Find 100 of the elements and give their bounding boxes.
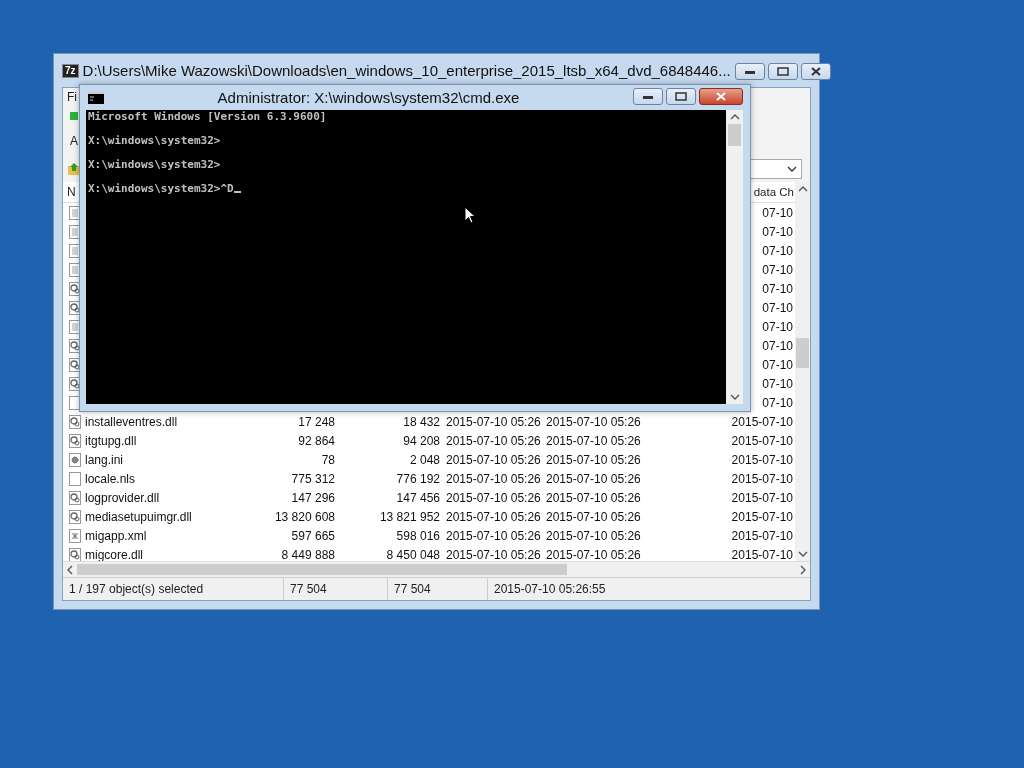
table-cell: 2015-07-10: [731, 471, 793, 486]
file-name[interactable]: itgtupg.dll: [81, 433, 251, 448]
table-cell-text: 2 048: [408, 452, 440, 467]
table-cell-text: 17 248: [297, 414, 335, 429]
table-cell: 07-10: [762, 281, 793, 296]
table-cell: 2015-07-10: [731, 528, 793, 543]
chevron-left-icon[interactable]: [67, 564, 73, 575]
gear-file-icon: [69, 490, 81, 505]
table-cell-text: 13 821 952: [378, 509, 440, 524]
address-dropdown[interactable]: [750, 159, 802, 179]
vertical-scrollbar[interactable]: [726, 110, 743, 404]
table-cell: 07-10: [762, 243, 793, 258]
minimize-icon: [643, 94, 653, 99]
file-name[interactable]: mediasetupuimgr.dll: [81, 509, 251, 524]
close-icon: [810, 67, 821, 76]
file-name[interactable]: lang.ini: [81, 452, 251, 467]
table-cell-text: 598 016: [395, 528, 440, 543]
table-cell-text: 2015-07-10 05:26: [545, 414, 640, 429]
gear-file-icon: [69, 509, 81, 524]
table-cell: 2015-07-10: [731, 490, 793, 505]
column-header[interactable]: N: [63, 185, 76, 199]
scrollbar-thumb[interactable]: [728, 124, 741, 146]
close-button[interactable]: [699, 88, 743, 105]
minimize-button[interactable]: [734, 63, 765, 80]
table-cell-text: 597 665: [290, 528, 335, 543]
table-cell-text: 776 192: [395, 471, 440, 486]
table-cell: 07-10: [762, 205, 793, 220]
maximize-button[interactable]: [767, 63, 798, 80]
table-cell-text: 2015-07-10 05:26: [445, 433, 540, 448]
markup-file-icon: [69, 528, 81, 543]
chevron-right-icon[interactable]: [800, 564, 806, 575]
chevron-up-icon[interactable]: [729, 114, 740, 120]
table-cell-text: 775 312: [290, 471, 335, 486]
window-title: D:\Users\Mike Wazowski\Downloads\en_windows_10_enterprise_2015_ltsb_x64_dvd_6848446...: [82, 62, 731, 79]
table-cell: 07-10: [762, 319, 793, 334]
table-cell-text: 78: [320, 452, 335, 467]
status-text: 2015-07-10 05:26:55: [493, 581, 607, 598]
maximize-button[interactable]: [666, 88, 696, 105]
horizontal-scrollbar[interactable]: [63, 561, 810, 577]
restore-icon: [675, 92, 687, 101]
chevron-down-icon[interactable]: [729, 394, 740, 400]
table-cell-text: 94 208: [402, 433, 440, 448]
window-title: Administrator: X:\windows\system32\cmd.exe: [216, 89, 521, 106]
table-cell-text: 8 450 048: [385, 547, 440, 561]
gear-file-icon: [69, 433, 81, 448]
table-cell-text: 2015-07-10 05:26: [445, 452, 540, 467]
table-cell-text: 147 296: [290, 490, 335, 505]
mouse-pointer-icon: [464, 206, 476, 224]
table-cell-text: 2015-07-10 05:26: [445, 509, 540, 524]
console-icon: [88, 91, 104, 104]
table-cell-text: 2015-07-10 05:26: [445, 471, 540, 486]
table-cell-text: 2015-07-10 05:26: [545, 452, 640, 467]
file-name[interactable]: migcore.dll: [81, 547, 251, 561]
scrollbar-thumb[interactable]: [796, 338, 809, 368]
scrollbar-thumb[interactable]: [77, 564, 567, 575]
status-text: 77 504: [388, 578, 488, 600]
table-cell-text: 18 432: [402, 414, 440, 429]
table-cell-text: 2015-07-10 05:26: [545, 547, 640, 561]
folder-up-icon[interactable]: [67, 162, 81, 176]
table-cell: 2015-07-10: [731, 433, 793, 448]
close-icon: [716, 92, 726, 101]
table-cell: 07-10: [762, 262, 793, 277]
file-name[interactable]: installeventres.dll: [81, 414, 251, 429]
table-cell: 07-10: [762, 338, 793, 353]
file-name[interactable]: logprovider.dll: [81, 490, 251, 505]
gear-file-icon: [69, 547, 81, 561]
table-cell-text: 92 864: [297, 433, 335, 448]
chevron-down-icon[interactable]: [797, 551, 808, 557]
table-cell: 2015-07-10: [731, 452, 793, 467]
vertical-scrollbar[interactable]: [795, 182, 810, 561]
file-name[interactable]: locale.nls: [81, 471, 251, 486]
table-cell-text: 2015-07-10 05:26: [545, 433, 640, 448]
toolbar-label[interactable]: A: [70, 134, 78, 148]
minimize-button[interactable]: [633, 88, 663, 105]
table-cell-text: 2015-07-10 05:26: [445, 547, 540, 561]
gear-file-icon: [69, 414, 81, 429]
table-cell: 2015-07-10: [731, 547, 793, 561]
chevron-down-icon: [787, 166, 797, 172]
table-cell-text: 13 820 608: [273, 509, 335, 524]
table-cell: 2015-07-10: [731, 509, 793, 524]
status-text: 1 / 197 object(s) selected: [63, 578, 284, 600]
app-icon: 7z: [62, 63, 79, 78]
table-cell: 2015-07-10: [731, 414, 793, 429]
table-cell: 07-10: [762, 395, 793, 410]
chevron-up-icon[interactable]: [797, 186, 808, 192]
file-name[interactable]: migapp.xml: [81, 528, 251, 543]
settings-file-icon: [69, 452, 81, 467]
table-cell-text: 8 449 888: [280, 547, 335, 561]
table-cell: 07-10: [762, 224, 793, 239]
table-cell-text: 2015-07-10 05:26: [445, 414, 540, 429]
table-cell-text: 2015-07-10 05:26: [545, 509, 640, 524]
column-header[interactable]: data Ch: [753, 186, 795, 198]
status-text: 77 504: [284, 578, 388, 600]
close-button[interactable]: [800, 63, 831, 80]
table-cell-text: 2015-07-10 05:26: [545, 490, 640, 505]
table-cell-text: 2015-07-10 05:26: [545, 528, 640, 543]
table-cell: 07-10: [762, 300, 793, 315]
table-cell-text: 2015-07-10 05:26: [445, 490, 540, 505]
menu-item[interactable]: Fi: [67, 90, 77, 104]
blank-file-icon: [69, 471, 81, 486]
